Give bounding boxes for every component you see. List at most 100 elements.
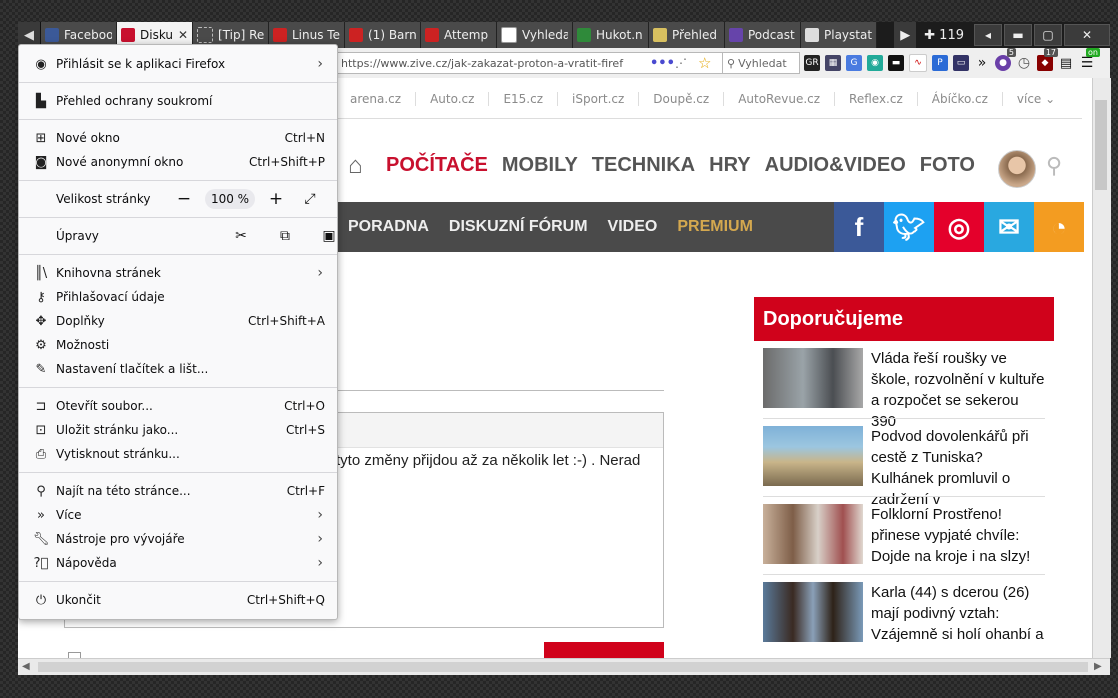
recommended-item[interactable]: Karla (44) s dcerou (26) mají podivný vz… <box>763 582 1045 648</box>
tab-scroll-right-button[interactable]: ▶ <box>894 22 917 48</box>
partner-link[interactable]: Auto.cz <box>416 92 490 106</box>
maximize-button[interactable]: ▢ <box>1034 24 1062 46</box>
minimize-button[interactable]: ▬ <box>1004 24 1032 46</box>
extension-flag-icon[interactable]: ▬ <box>888 55 904 71</box>
mail-icon[interactable]: ✉ <box>984 202 1034 252</box>
overflow-chevron-icon[interactable]: » <box>974 55 990 71</box>
menu-item-more[interactable]: » Více › <box>19 503 337 527</box>
menu-item-save-page[interactable]: ⊡ Uložit stránku jako... Ctrl+S <box>19 418 337 442</box>
zoom-reset-button[interactable]: 100 % <box>205 189 255 209</box>
menu-item-library[interactable]: ║\ Knihovna stránek › <box>19 261 337 285</box>
nav-diskuzni-forum[interactable]: DISKUZNÍ FÓRUM <box>449 218 588 236</box>
hamburger-menu-icon[interactable]: ☰ on <box>1079 48 1100 71</box>
tab[interactable]: Vyhleda <box>497 22 573 48</box>
cut-icon[interactable]: ✂ <box>219 228 263 244</box>
nav-hry[interactable]: HRY <box>709 154 750 177</box>
article-thumbnail <box>763 582 863 642</box>
menu-item-open-file[interactable]: ⊐ Otevřít soubor... Ctrl+O <box>19 394 337 418</box>
ublock-icon[interactable]: ◆ 17 <box>1037 48 1058 71</box>
copy-icon[interactable]: ⧉ <box>263 228 307 244</box>
twitter-icon[interactable]: 🐦︎ <box>884 202 934 252</box>
bookmark-star-icon[interactable]: ☆ <box>698 54 711 72</box>
extension-graph-icon[interactable]: ∿ <box>909 54 927 72</box>
partner-link[interactable]: iSport.cz <box>558 92 640 106</box>
partner-link[interactable]: arena.cz <box>336 92 417 106</box>
close-window-button[interactable]: ✕ <box>1064 24 1110 46</box>
page-actions-icon[interactable]: ••• <box>650 56 675 71</box>
extension-translate-icon[interactable]: G <box>846 55 862 71</box>
nav-technika[interactable]: TECHNIKA <box>592 154 695 177</box>
extension-shield-icon[interactable]: ◉ <box>867 55 883 71</box>
vertical-scrollbar[interactable] <box>1092 78 1111 658</box>
nav-premium[interactable]: PREMIUM <box>677 218 753 236</box>
extension-purple-icon[interactable]: ● 5 <box>995 48 1016 71</box>
menu-item-devtools[interactable]: 🔧︎ Nástroje pro vývojáře › <box>19 527 337 551</box>
menu-item-private-window[interactable]: ◙ Nové anonymní okno Ctrl+Shift+P <box>19 150 337 174</box>
tab-list-button[interactable]: ◂ <box>974 24 1002 46</box>
notes-icon[interactable]: ▤ <box>1058 55 1074 71</box>
nav-foto[interactable]: FOTO <box>920 154 975 177</box>
tab[interactable]: Podcast <box>725 22 801 48</box>
extension-gr-icon[interactable]: GR <box>804 55 820 71</box>
rss-icon[interactable]: ◔ <box>1034 202 1084 252</box>
zoom-in-button[interactable]: + <box>261 189 291 209</box>
instagram-icon[interactable]: ◎ <box>934 202 984 252</box>
tab[interactable]: Playstat <box>801 22 877 48</box>
history-clock-icon[interactable]: ◷ <box>1016 55 1032 71</box>
avatar[interactable] <box>998 150 1036 188</box>
extension-p-icon[interactable]: P <box>932 55 948 71</box>
search-icon[interactable]: ⚲ <box>1046 154 1062 179</box>
menu-item-help[interactable]: ?⃝ Nápověda › <box>19 551 337 575</box>
partner-link[interactable]: E15.cz <box>489 92 559 106</box>
horizontal-scrollbar[interactable]: ◀ ▶ <box>18 658 1110 675</box>
menu-item-options[interactable]: ⚙ Možnosti <box>19 333 337 357</box>
recommended-item[interactable]: Vláda řeší roušky ve škole, rozvolnění v… <box>763 348 1045 430</box>
rss-icon[interactable]: ⋰ <box>675 56 687 70</box>
submit-button[interactable] <box>544 642 664 658</box>
tab[interactable]: (1) Barn <box>345 22 421 48</box>
chevron-right-icon: › <box>317 555 323 571</box>
scroll-right-arrow-icon[interactable]: ▶ <box>1094 661 1102 672</box>
menu-item-customize[interactable]: ✎ Nastavení tlačítek a lišt... <box>19 357 337 381</box>
menu-item-find[interactable]: ⚲ Najít na této stránce... Ctrl+F <box>19 479 337 503</box>
nav-mobily[interactable]: MOBILY <box>502 154 578 177</box>
menu-item-new-window[interactable]: ⊞ Nové okno Ctrl+N <box>19 126 337 150</box>
recommended-item[interactable]: Podvod dovolenkářů při cestě z Tuniska? … <box>763 426 1045 508</box>
partner-link[interactable]: AutoRevue.cz <box>724 92 836 106</box>
recommended-item[interactable]: Folklorní Prostřeno! přinese vypjaté chv… <box>763 504 1045 570</box>
search-input[interactable]: ⚲ Vyhledat <box>722 52 800 74</box>
menu-item-print[interactable]: ⎙ Vytisknout stránku... <box>19 442 337 466</box>
paste-icon[interactable]: ▣ <box>307 228 351 244</box>
close-tab-icon[interactable]: ✕ <box>178 28 188 42</box>
fullscreen-icon[interactable]: ⤢ <box>295 191 325 207</box>
extension-photo-icon[interactable]: ▦ <box>825 55 841 71</box>
partner-link[interactable]: Doupě.cz <box>639 92 725 106</box>
recommended-heading: Doporučujeme <box>754 297 1054 341</box>
more-links-dropdown[interactable]: více ⌄ <box>1003 92 1069 106</box>
menu-item-logins[interactable]: ⚷ Přihlašovací údaje <box>19 285 337 309</box>
zoom-out-button[interactable]: − <box>169 189 199 209</box>
nav-video[interactable]: VIDEO <box>608 218 658 236</box>
scrollbar-thumb[interactable] <box>1095 100 1107 190</box>
tab[interactable]: Přehled <box>649 22 725 48</box>
extension-badge: 17 <box>1043 48 1058 57</box>
scroll-left-arrow-icon[interactable]: ◀ <box>22 661 30 672</box>
menu-item-privacy[interactable]: ▙ Přehled ochrany soukromí <box>19 89 337 113</box>
menu-item-addons[interactable]: ✥ Doplňky Ctrl+Shift+A <box>19 309 337 333</box>
scrollbar-thumb[interactable] <box>38 662 1088 672</box>
partner-link[interactable]: Reflex.cz <box>835 92 918 106</box>
menu-item-quit[interactable]: ⏻ Ukončit Ctrl+Shift+Q <box>19 588 337 612</box>
tab[interactable]: Hukot.n <box>573 22 649 48</box>
zive-icon <box>121 28 135 42</box>
nav-audio-video[interactable]: AUDIO&VIDEO <box>765 154 906 177</box>
menu-separator <box>19 581 337 582</box>
partner-link[interactable]: Ábíčko.cz <box>918 92 1003 106</box>
facebook-icon[interactable]: f <box>834 202 884 252</box>
tab[interactable]: Attemp <box>421 22 497 48</box>
home-icon[interactable]: ⌂ <box>348 153 372 177</box>
nav-pocitace[interactable]: POČÍTAČE <box>386 154 488 177</box>
menu-item-sign-in[interactable]: ◉ Přihlásit se k aplikaci Firefox › <box>19 52 337 76</box>
nav-poradna[interactable]: PORADNA <box>348 218 429 236</box>
new-tab-button[interactable]: ✚ 119 <box>916 28 972 43</box>
extension-screen-icon[interactable]: ▭ <box>953 55 969 71</box>
